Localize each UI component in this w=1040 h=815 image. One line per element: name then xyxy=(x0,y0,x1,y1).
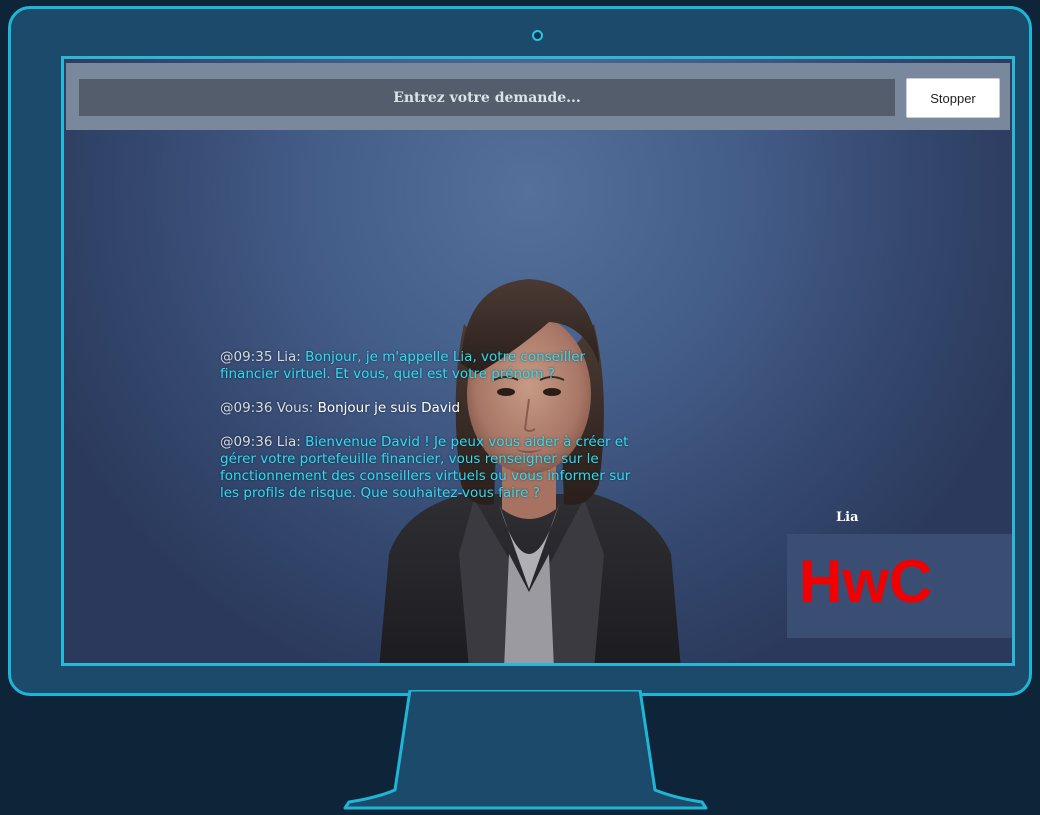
chat-message: @09:36 Lia: Bienvenue David ! Je peux vo… xyxy=(220,434,640,502)
message-speaker: Vous: xyxy=(276,400,314,416)
message-text: Bonjour je suis David xyxy=(317,400,461,416)
webcam-icon xyxy=(532,30,543,41)
message-speaker: Lia: xyxy=(276,434,301,450)
message-time: @09:36 xyxy=(220,400,273,416)
stop-button[interactable]: Stopper xyxy=(906,78,1000,118)
monitor-stand xyxy=(343,690,708,810)
agent-name-label: Lia xyxy=(836,510,859,525)
message-time: @09:35 xyxy=(220,349,273,365)
brand-panel: HwC xyxy=(787,534,1012,638)
chat-message: @09:36 Vous: Bonjour je suis David xyxy=(220,400,640,417)
brand-logo: HwC xyxy=(799,548,933,615)
monitor-frame: Stopper xyxy=(8,6,1032,696)
app-screen: Stopper xyxy=(61,56,1015,666)
request-input[interactable] xyxy=(79,79,895,116)
message-time: @09:36 xyxy=(220,434,273,450)
chat-message: @09:35 Lia: Bonjour, je m'appelle Lia, v… xyxy=(220,349,640,383)
message-speaker: Lia: xyxy=(276,349,301,365)
message-text: Bonjour, je m'appelle Lia, votre conseil… xyxy=(220,349,586,382)
chat-log: @09:35 Lia: Bonjour, je m'appelle Lia, v… xyxy=(220,349,640,519)
top-bar: Stopper xyxy=(66,63,1010,130)
